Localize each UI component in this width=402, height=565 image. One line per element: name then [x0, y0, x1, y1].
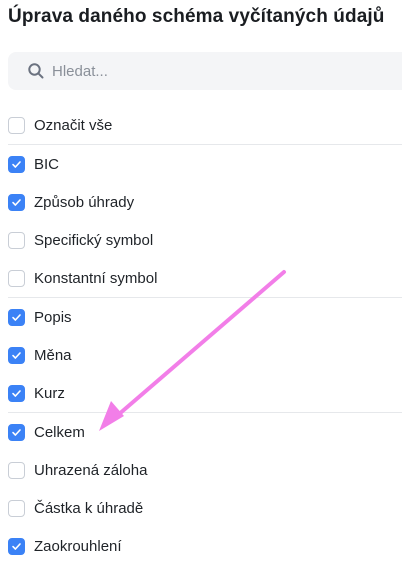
field-checkbox[interactable]	[8, 423, 25, 441]
check-icon	[12, 389, 21, 397]
field-list: Označit vše BIC Způsob úhrady Specifický s…	[0, 106, 402, 565]
field-item[interactable]: Způsob úhrady	[0, 183, 402, 221]
select-all-label: Označit vše	[34, 116, 113, 134]
field-checkbox[interactable]	[8, 499, 25, 517]
field-label: Měna	[34, 346, 72, 364]
check-icon	[12, 542, 21, 550]
select-all-checkbox[interactable]	[8, 116, 25, 134]
field-label: Celkem	[34, 423, 85, 441]
check-icon	[12, 313, 21, 321]
search-icon	[28, 63, 44, 79]
field-label: Popis	[34, 308, 72, 326]
check-icon	[12, 428, 21, 436]
check-icon	[12, 160, 21, 168]
field-checkbox[interactable]	[8, 384, 25, 402]
field-checkbox[interactable]	[8, 537, 25, 555]
field-item[interactable]: Měna	[0, 336, 402, 374]
field-item[interactable]: Zaokrouhlení	[0, 527, 402, 565]
check-icon	[12, 351, 21, 359]
field-item[interactable]: Popis	[0, 298, 402, 336]
field-checkbox[interactable]	[8, 231, 25, 249]
field-item[interactable]: Specifický symbol	[0, 221, 402, 259]
field-item[interactable]: Konstantní symbol	[0, 259, 402, 297]
field-checkbox[interactable]	[8, 269, 25, 287]
field-label: Zaokrouhlení	[34, 537, 122, 555]
field-item[interactable]: BIC	[0, 145, 402, 183]
items-container: BIC Způsob úhrady Specifický symbol Konstan…	[0, 145, 402, 565]
field-checkbox[interactable]	[8, 346, 25, 364]
field-item[interactable]: Částka k úhradě	[0, 489, 402, 527]
field-item[interactable]: Uhrazená záloha	[0, 451, 402, 489]
field-label: Uhrazená záloha	[34, 461, 148, 479]
field-item[interactable]: Kurz	[0, 374, 402, 412]
field-label: Způsob úhrady	[34, 193, 135, 211]
page-title: Úprava daného schéma vyčítaných údajů	[8, 6, 385, 27]
field-label: Specifický symbol	[34, 231, 154, 249]
field-checkbox[interactable]	[8, 155, 25, 173]
check-icon	[12, 198, 21, 206]
field-item[interactable]: Celkem	[0, 413, 402, 451]
field-checkbox[interactable]	[8, 308, 25, 326]
field-checkbox[interactable]	[8, 193, 25, 211]
search-input[interactable]	[52, 52, 392, 90]
field-label: BIC	[34, 155, 60, 173]
field-label: Konstantní symbol	[34, 269, 158, 287]
field-label: Kurz	[34, 384, 65, 402]
field-label: Částka k úhradě	[34, 499, 144, 517]
search-box[interactable]	[8, 52, 402, 90]
select-all-row[interactable]: Označit vše	[0, 106, 402, 144]
field-checkbox[interactable]	[8, 461, 25, 479]
